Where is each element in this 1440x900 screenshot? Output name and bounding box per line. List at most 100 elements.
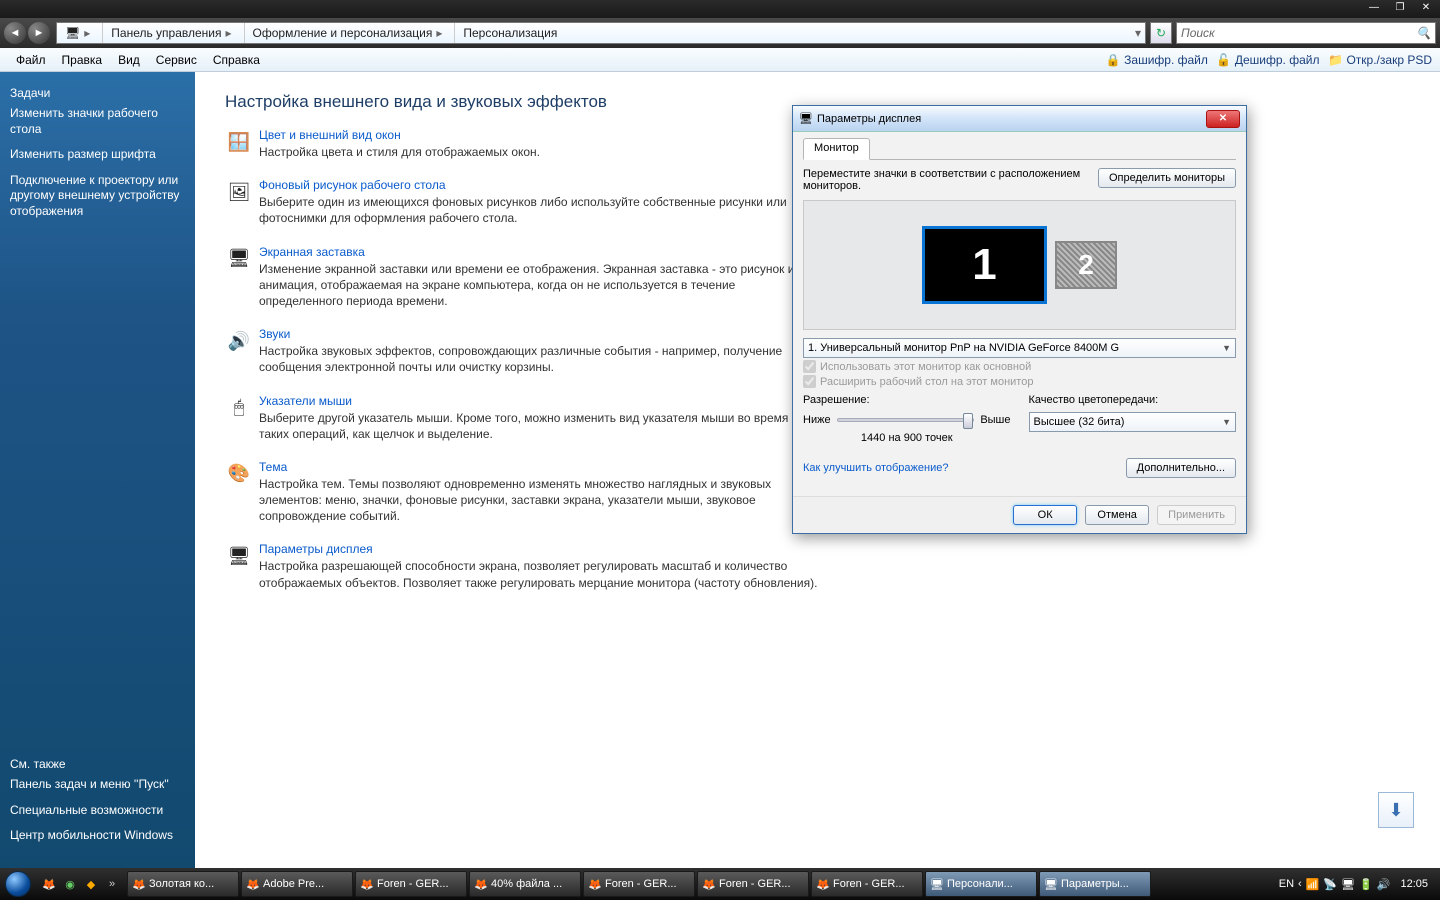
refresh-button[interactable]: ↻ — [1150, 22, 1172, 44]
improve-display-link[interactable]: Как улучшить отображение? — [803, 462, 948, 474]
tray-clock[interactable]: 12:05 — [1394, 878, 1434, 890]
sidebar-seealso-heading: См. также — [10, 757, 185, 771]
monitor-arrangement-preview[interactable]: 1 2 — [803, 200, 1236, 330]
ok-button[interactable]: ОК — [1013, 505, 1077, 525]
sidebar-link-desktop-icons[interactable]: Изменить значки рабочего стола — [10, 106, 185, 137]
firefox-icon: 🦊 — [816, 877, 830, 891]
menu-view[interactable]: Вид — [110, 50, 148, 70]
tray-network-icon[interactable]: 📶 — [1306, 878, 1320, 891]
sidebar-link-projector[interactable]: Подключение к проектору или другому внеш… — [10, 173, 185, 220]
link-mouse-pointers[interactable]: Указатели мыши — [259, 394, 819, 408]
ql-app2-icon[interactable]: ◆ — [82, 875, 100, 893]
desc-sounds: Настройка звуковых эффектов, сопровождаю… — [259, 343, 819, 375]
start-button[interactable] — [0, 868, 36, 900]
taskbar: 🦊 ◉ ◆ » 🦊Золотая ко... 🦊Adobe Pre... 🦊Fo… — [0, 868, 1440, 900]
sidebar-link-font-size[interactable]: Изменить размер шрифта — [10, 147, 185, 163]
desc-display-settings: Настройка разрешающей способности экрана… — [259, 558, 819, 590]
dialog-titlebar[interactable]: 🖥 Параметры дисплея ✕ — [793, 106, 1246, 132]
link-display-settings[interactable]: Параметры дисплея — [259, 542, 819, 556]
breadcrumb-dropdown-icon[interactable]: ▾ — [1131, 26, 1145, 40]
sidebar-link-mobility[interactable]: Центр мобильности Windows — [10, 828, 185, 844]
close-button[interactable]: ✕ — [1416, 2, 1436, 16]
display-icon: 🖥 — [225, 542, 253, 570]
task-item[interactable]: 🦊40% файла ... — [469, 871, 581, 897]
system-tray[interactable]: EN ‹ 📶 📡 🖥 🔋 🔊 12:05 — [1273, 878, 1440, 891]
tab-monitor[interactable]: Монитор — [803, 138, 870, 160]
ql-overflow-icon[interactable]: » — [103, 875, 121, 893]
search-input[interactable]: Поиск 🔍 — [1176, 22, 1436, 44]
sidebar-link-taskbar[interactable]: Панель задач и меню ''Пуск'' — [10, 777, 185, 793]
window-titlebar: — ❐ ✕ — [0, 0, 1440, 18]
tray-expand-icon[interactable]: ‹ — [1298, 878, 1302, 890]
link-window-color[interactable]: Цвет и внешний вид окон — [259, 128, 540, 142]
mouse-icon: 🖱 — [225, 394, 253, 422]
tray-volume-icon[interactable]: 🔊 — [1377, 878, 1391, 891]
monitor-2-icon[interactable]: 2 — [1055, 241, 1117, 289]
task-item[interactable]: 🖥Персонали... — [925, 871, 1037, 897]
task-item[interactable]: 🦊Foren - GER... — [697, 871, 809, 897]
monitor-1-icon[interactable]: 1 — [922, 226, 1047, 304]
menu-edit[interactable]: Правка — [54, 50, 111, 70]
link-sounds[interactable]: Звуки — [259, 327, 819, 341]
cancel-button[interactable]: Отмена — [1085, 505, 1149, 525]
desc-screensaver: Изменение экранной заставки или времени … — [259, 261, 819, 310]
link-theme[interactable]: Тема — [259, 460, 819, 474]
firefox-icon: 🦊 — [588, 877, 602, 891]
link-screensaver[interactable]: Экранная заставка — [259, 245, 819, 259]
breadcrumb[interactable]: 🖥 ▸ Панель управления▸ Оформление и перс… — [56, 22, 1146, 44]
breadcrumb-root-icon[interactable]: 🖥 ▸ — [57, 23, 103, 43]
psd-toggle-button[interactable]: 📁Откр./закр PSD — [1327, 52, 1432, 68]
task-item[interactable]: 🦊Adobe Pre... — [241, 871, 353, 897]
download-indicator[interactable]: ⬇ — [1378, 792, 1414, 828]
encrypt-file-button[interactable]: 🔒Зашифр. файл — [1105, 52, 1208, 68]
color-quality-dropdown[interactable]: Высшее (32 бита)▼ — [1029, 412, 1237, 432]
tray-display-icon[interactable]: 🖥 — [1341, 878, 1355, 891]
tray-power-icon[interactable]: 🔋 — [1359, 878, 1373, 891]
decrypt-file-button[interactable]: 🔓Дешифр. файл — [1216, 52, 1320, 68]
monitor-small-icon: 🖥 — [799, 112, 813, 125]
ql-app-icon[interactable]: ◉ — [61, 875, 79, 893]
lock-icon: 🔒 — [1105, 52, 1121, 68]
menu-file[interactable]: Файл — [8, 50, 54, 70]
window-color-icon: 🪟 — [225, 128, 253, 156]
tray-wifi-icon[interactable]: 📡 — [1323, 878, 1337, 891]
slider-low-label: Ниже — [803, 414, 831, 426]
breadcrumb-seg-1[interactable]: Оформление и персонализация▸ — [245, 23, 456, 43]
nav-back-button[interactable]: ◄ — [4, 22, 26, 44]
screensaver-icon: 🖥 — [225, 245, 253, 273]
maximize-button[interactable]: ❐ — [1390, 2, 1410, 16]
display-settings-icon: 🖥 — [1044, 877, 1058, 891]
dialog-footer: ОК Отмена Применить — [793, 496, 1246, 533]
breadcrumb-seg-0[interactable]: Панель управления▸ — [103, 23, 244, 43]
desc-mouse-pointers: Выберите другой указатель мыши. Кроме то… — [259, 410, 819, 442]
unlock-icon: 🔓 — [1216, 52, 1232, 68]
monitor-select-dropdown[interactable]: 1. Универсальный монитор PnP на NVIDIA G… — [803, 338, 1236, 358]
link-wallpaper[interactable]: Фоновый рисунок рабочего стола — [259, 178, 819, 192]
search-icon: 🔍 — [1416, 26, 1431, 40]
taskbar-tasks: 🦊Золотая ко... 🦊Adobe Pre... 🦊Foren - GE… — [125, 871, 1273, 897]
breadcrumb-seg-2[interactable]: Персонализация — [455, 23, 565, 43]
chevron-down-icon: ▼ — [1222, 343, 1231, 353]
task-item[interactable]: 🦊Foren - GER... — [583, 871, 695, 897]
windows-orb-icon — [5, 871, 31, 897]
ql-firefox-icon[interactable]: 🦊 — [40, 875, 58, 893]
language-indicator[interactable]: EN — [1279, 878, 1294, 890]
slider-thumb[interactable] — [963, 413, 973, 429]
dialog-title: Параметры дисплея — [817, 113, 921, 125]
identify-monitors-button[interactable]: Определить мониторы — [1098, 168, 1236, 188]
task-item[interactable]: 🦊Foren - GER... — [355, 871, 467, 897]
task-item[interactable]: 🦊Foren - GER... — [811, 871, 923, 897]
task-item[interactable]: 🦊Золотая ко... — [127, 871, 239, 897]
menu-tools[interactable]: Сервис — [148, 50, 205, 70]
nav-forward-button[interactable]: ► — [28, 22, 50, 44]
chevron-down-icon: ▼ — [1222, 417, 1231, 427]
task-item[interactable]: 🖥Параметры... — [1039, 871, 1151, 897]
firefox-icon: 🦊 — [246, 877, 260, 891]
advanced-button[interactable]: Дополнительно... — [1126, 458, 1236, 478]
menu-help[interactable]: Справка — [205, 50, 268, 70]
sidebar-link-accessibility[interactable]: Специальные возможности — [10, 803, 185, 819]
checkbox-primary-monitor: Использовать этот монитор как основной — [803, 360, 1236, 373]
minimize-button[interactable]: — — [1364, 2, 1384, 16]
dialog-close-button[interactable]: ✕ — [1206, 110, 1240, 128]
resolution-slider[interactable] — [837, 418, 975, 422]
